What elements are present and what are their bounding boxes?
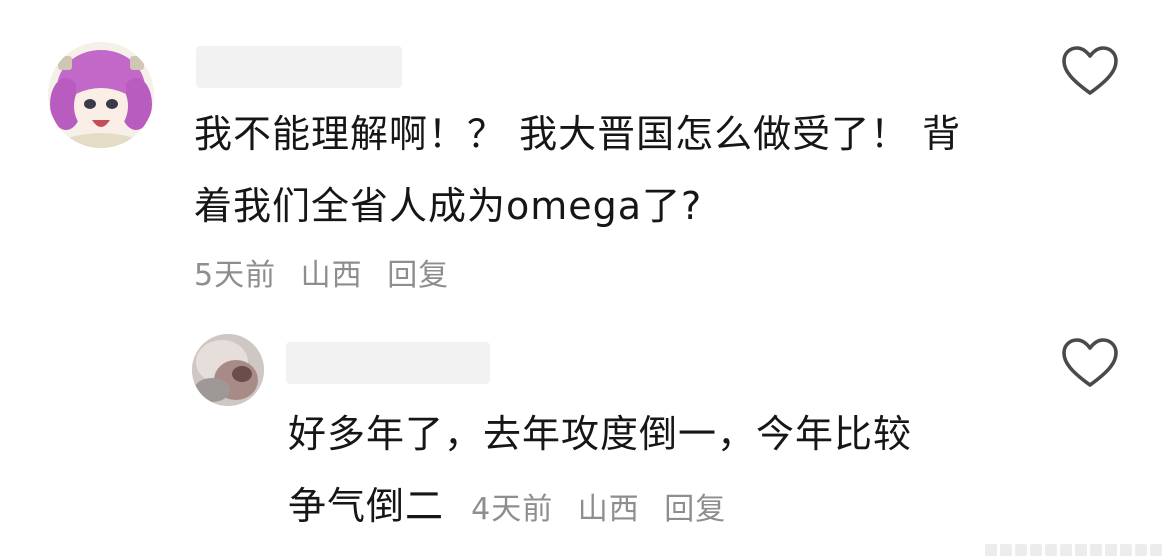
comment-text-line-2: 争气倒二 [288, 484, 445, 528]
comment-time: 5天前 [194, 258, 277, 293]
username-redacted[interactable] [286, 342, 490, 384]
comment-meta: 5天前 山西 回复 [194, 250, 463, 294]
avatar[interactable] [192, 334, 264, 406]
comment-location: 山西 [577, 492, 640, 527]
anime-avatar-image [48, 42, 154, 148]
comment-text-line-1: 我不能理解啊！？ 我大晋国怎么做受了！ 背 [194, 112, 962, 156]
reply-button[interactable]: 回复 [387, 258, 449, 293]
comment-text: 好多年了，去年攻度倒一，今年比较 争气倒二 4天前 山西 回复 [288, 398, 1048, 546]
reply-button[interactable]: 回复 [664, 492, 726, 527]
comment-text-line-2: 着我们全省人成为omega了? [194, 184, 703, 228]
comment-text: 我不能理解啊！？ 我大晋国怎么做受了！ 背 着我们全省人成为omega了? [194, 98, 1054, 242]
username-redacted[interactable] [196, 46, 402, 88]
like-button[interactable] [1060, 44, 1120, 98]
comment-2-reply: 好多年了，去年攻度倒一，今年比较 争气倒二 4天前 山西 回复 [0, 310, 1170, 560]
comment-1: 我不能理解啊！？ 我大晋国怎么做受了！ 背 着我们全省人成为omega了? 5天… [0, 0, 1170, 310]
comment-location: 山西 [300, 258, 363, 293]
like-button[interactable] [1060, 336, 1120, 390]
heart-outline-icon [1062, 338, 1118, 387]
comment-time: 4天前 [471, 492, 554, 527]
watermark-decoration [985, 544, 1162, 556]
comment-meta: 4天前 山西 回复 [471, 492, 740, 527]
heart-outline-icon [1062, 46, 1118, 95]
avatar[interactable] [48, 42, 154, 148]
photo-avatar-image [192, 334, 264, 406]
comment-text-line-1: 好多年了，去年攻度倒一，今年比较 [288, 412, 913, 456]
